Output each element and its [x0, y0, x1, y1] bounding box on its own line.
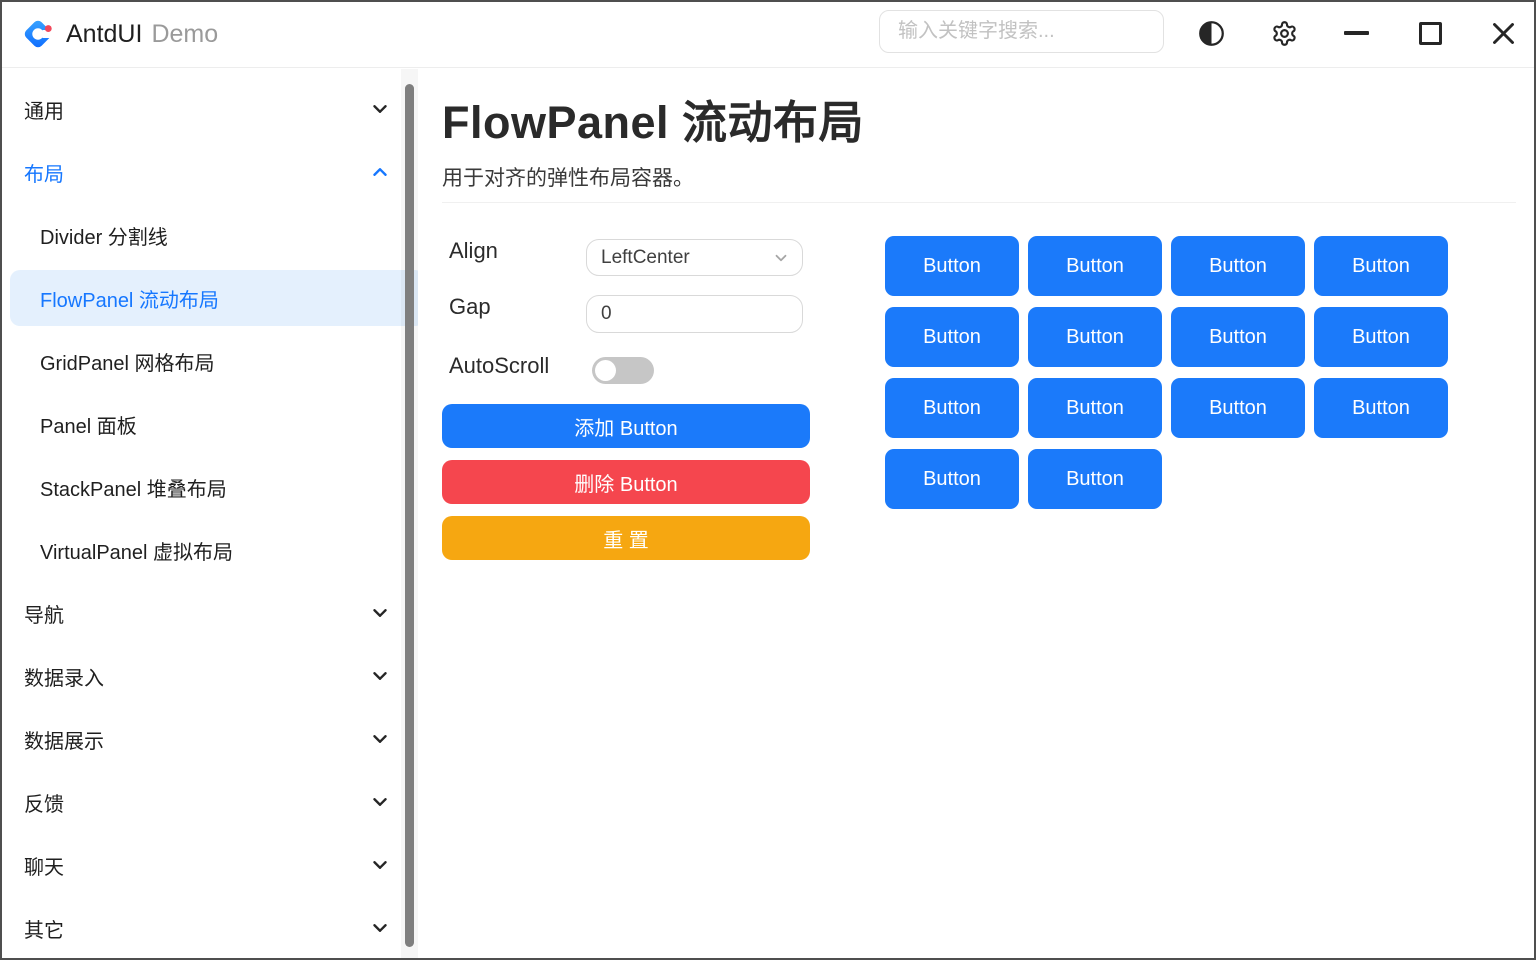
flow-button[interactable]: Button	[1314, 307, 1448, 367]
page-title: FlowPanel 流动布局	[442, 86, 864, 151]
chevron-down-icon	[369, 917, 391, 939]
sidebar-group-chat[interactable]: 聊天	[10, 837, 425, 893]
align-label: Align	[449, 238, 498, 264]
align-select-value: LeftCenter	[601, 247, 690, 269]
gear-icon	[1271, 20, 1298, 47]
flow-button[interactable]: Button	[1171, 236, 1305, 296]
sidebar-item-flowpanel[interactable]: FlowPanel 流动布局	[10, 270, 425, 326]
autoscroll-toggle[interactable]	[592, 357, 654, 384]
sidebar-group-data-display[interactable]: 数据展示	[10, 711, 425, 767]
flow-button[interactable]: Button	[885, 449, 1019, 509]
sidebar-item-panel[interactable]: Panel 面板	[10, 396, 425, 452]
close-icon	[1490, 20, 1517, 47]
flow-button[interactable]: Button	[1314, 378, 1448, 438]
chevron-down-icon	[369, 728, 391, 750]
align-select[interactable]: LeftCenter	[586, 239, 803, 276]
sidebar-group-label: 数据展示	[24, 725, 104, 754]
sidebar-item-label: FlowPanel 流动布局	[40, 284, 219, 313]
sidebar-item-divider[interactable]: Divider 分割线	[10, 207, 425, 263]
antdui-logo-icon	[22, 18, 54, 50]
maximize-icon	[1419, 22, 1442, 45]
app-window: AntdUI Demo	[0, 0, 1536, 960]
sidebar-item-gridpanel[interactable]: GridPanel 网格布局	[10, 333, 425, 389]
global-search[interactable]	[879, 10, 1164, 53]
sidebar-group-general[interactable]: 通用	[10, 81, 425, 137]
sidebar: 通用 布局 Divider 分割线 FlowPanel 流动布局 GridPan…	[2, 69, 432, 958]
sidebar-item-virtualpanel[interactable]: VirtualPanel 虚拟布局	[10, 522, 425, 578]
chevron-up-icon	[369, 161, 391, 183]
minimize-button[interactable]	[1336, 13, 1376, 53]
autoscroll-label: AutoScroll	[449, 353, 549, 379]
flow-button[interactable]: Button	[1028, 449, 1162, 509]
sidebar-item-label: Divider 分割线	[40, 221, 168, 250]
contrast-icon	[1198, 20, 1225, 47]
sidebar-group-label: 反馈	[24, 788, 64, 817]
flow-button[interactable]: Button	[1171, 378, 1305, 438]
gap-input[interactable]	[586, 295, 803, 333]
sidebar-group-label: 导航	[24, 599, 64, 628]
sidebar-item-label: StackPanel 堆叠布局	[40, 473, 227, 502]
chevron-down-icon	[772, 249, 790, 267]
add-button[interactable]: 添加 Button	[442, 404, 810, 448]
flow-button[interactable]: Button	[1028, 307, 1162, 367]
sidebar-group-label: 布局	[24, 158, 64, 187]
sidebar-item-label: GridPanel 网格布局	[40, 347, 215, 376]
sidebar-group-feedback[interactable]: 反馈	[10, 774, 425, 830]
page-subtitle: 用于对齐的弹性布局容器。	[442, 162, 694, 192]
theme-toggle-button[interactable]	[1191, 13, 1231, 53]
flow-button[interactable]: Button	[885, 307, 1019, 367]
chevron-down-icon	[369, 791, 391, 813]
chevron-down-icon	[369, 665, 391, 687]
flow-button[interactable]: Button	[1314, 236, 1448, 296]
sidebar-scrollbar-thumb[interactable]	[405, 84, 414, 947]
minimize-icon	[1344, 31, 1369, 35]
search-input[interactable]	[898, 20, 1163, 43]
sidebar-group-label: 聊天	[24, 851, 64, 880]
sidebar-item-label: VirtualPanel 虚拟布局	[40, 536, 233, 565]
sidebar-group-data-entry[interactable]: 数据录入	[10, 648, 425, 704]
flow-button[interactable]: Button	[1028, 378, 1162, 438]
close-button[interactable]	[1483, 13, 1523, 53]
chevron-down-icon	[369, 98, 391, 120]
sidebar-group-label: 其它	[24, 914, 64, 943]
content-divider	[442, 202, 1516, 203]
app-mode: Demo	[151, 20, 218, 48]
toggle-knob	[595, 360, 616, 381]
sidebar-group-navigation[interactable]: 导航	[10, 585, 425, 641]
sidebar-group-label: 数据录入	[24, 662, 104, 691]
maximize-button[interactable]	[1410, 13, 1450, 53]
flow-button[interactable]: Button	[885, 378, 1019, 438]
remove-button[interactable]: 删除 Button	[442, 460, 810, 504]
flow-button[interactable]: Button	[885, 236, 1019, 296]
sidebar-group-label: 通用	[24, 95, 64, 124]
app-name: AntdUI	[66, 20, 142, 48]
app-title: AntdUI Demo	[66, 16, 218, 52]
gap-label: Gap	[449, 294, 491, 320]
sidebar-item-stackpanel[interactable]: StackPanel 堆叠布局	[10, 459, 425, 515]
chevron-down-icon	[369, 854, 391, 876]
flow-button[interactable]: Button	[1028, 236, 1162, 296]
chevron-down-icon	[369, 602, 391, 624]
main-content: FlowPanel 流动布局 用于对齐的弹性布局容器。 Align LeftCe…	[418, 69, 1534, 958]
titlebar: AntdUI Demo	[2, 2, 1534, 68]
settings-button[interactable]	[1264, 13, 1304, 53]
flow-button[interactable]: Button	[1171, 307, 1305, 367]
flowpanel-demo-area: Button Button Button Button Button Butto…	[885, 236, 1451, 509]
reset-button[interactable]: 重 置	[442, 516, 810, 560]
sidebar-group-layout[interactable]: 布局	[10, 144, 425, 200]
sidebar-item-label: Panel 面板	[40, 410, 137, 439]
sidebar-group-other[interactable]: 其它	[10, 900, 425, 956]
